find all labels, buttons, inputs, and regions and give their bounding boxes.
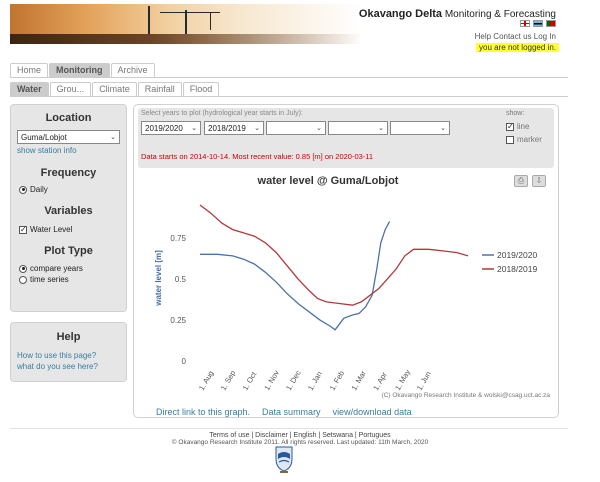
show-line-option[interactable]: ✓ line bbox=[506, 122, 529, 131]
tab-groundwater[interactable]: Grou... bbox=[49, 82, 92, 96]
chart-credit: (C) Okavango Research Institute & wolski… bbox=[382, 392, 551, 399]
tab-climate[interactable]: Climate bbox=[92, 82, 137, 96]
y-tick-label: 0 bbox=[182, 357, 187, 366]
x-tick-label: 1. Oct bbox=[241, 369, 259, 392]
location-value: Guma/Lobjot bbox=[21, 132, 67, 142]
y-tick-label: 0.75 bbox=[170, 234, 186, 243]
water-level-chart: water level @ Guma/Lobjot water level [m… bbox=[154, 175, 551, 399]
x-tick-label: 1. Sep bbox=[219, 369, 238, 392]
water-level-label: Water Level bbox=[30, 225, 73, 234]
chevron-down-icon: ⌄ bbox=[316, 125, 322, 132]
series-line-2 bbox=[199, 204, 469, 306]
time-series-radio[interactable] bbox=[19, 275, 27, 284]
footer-copyright: © Okavango Research Institute 2011. All … bbox=[171, 439, 429, 446]
year-select-2[interactable]: 2018/2019 ⌄ bbox=[204, 121, 264, 135]
chevron-down-icon: ⌄ bbox=[191, 125, 197, 132]
tab-rainfall[interactable]: Rainfall bbox=[137, 82, 182, 96]
site-title: Okavango Delta Monitoring & Forecasting bbox=[358, 8, 556, 20]
show-line-label: line bbox=[517, 122, 530, 131]
how-to-use-link[interactable]: How to use this page? bbox=[17, 351, 126, 360]
tabs-divider bbox=[10, 77, 568, 78]
footer-divider bbox=[10, 428, 568, 429]
frequency-heading: Frequency bbox=[40, 167, 97, 179]
legend-label: 2019/2020 bbox=[497, 250, 537, 260]
tab-water[interactable]: Water bbox=[10, 82, 49, 96]
compare-years-label: compare years bbox=[30, 264, 83, 273]
location-heading: Location bbox=[45, 112, 92, 124]
chart-title: water level @ Guma/Lobjot bbox=[257, 175, 399, 187]
show-marker-label: marker bbox=[517, 135, 542, 144]
x-tick-label: 1. Dec bbox=[284, 369, 303, 392]
botswana-flag-icon[interactable] bbox=[533, 20, 543, 27]
subtabs-divider bbox=[10, 96, 568, 97]
x-tick-label: 1. Aug bbox=[197, 369, 215, 392]
time-series-option[interactable]: time series bbox=[19, 275, 126, 284]
chart-panel: Select years to plot (hydrological year … bbox=[133, 104, 559, 418]
language-flags[interactable] bbox=[520, 20, 556, 27]
chevron-down-icon: ⌄ bbox=[440, 125, 446, 132]
year-controls: Select years to plot (hydrological year … bbox=[138, 108, 554, 168]
sub-tabs: Water Grou... Climate Rainfall Flood bbox=[10, 82, 220, 96]
english-flag-icon[interactable] bbox=[520, 20, 530, 27]
x-tick-label: 1. Feb bbox=[328, 369, 346, 392]
tab-monitoring[interactable]: Monitoring bbox=[49, 63, 110, 77]
show-line-checkbox[interactable]: ✓ bbox=[506, 122, 514, 131]
institute-logo bbox=[275, 446, 293, 473]
y-tick-label: 0.25 bbox=[170, 316, 186, 325]
show-label: show: bbox=[506, 110, 525, 117]
water-level-option[interactable]: ✓ Water Level bbox=[19, 225, 126, 234]
main-tabs: Home Monitoring Archive bbox=[10, 63, 156, 77]
location-select[interactable]: Guma/Lobjot ⌄ bbox=[17, 130, 120, 144]
legend-label: 2018/2019 bbox=[497, 264, 537, 274]
year-select-1-value: 2019/2020 bbox=[145, 123, 183, 133]
x-tick-label: 1. Jun bbox=[415, 370, 433, 392]
x-tick-label: 1. Nov bbox=[262, 369, 281, 392]
options-panel: Location Guma/Lobjot ⌄ show station info… bbox=[10, 104, 127, 312]
compare-years-option[interactable]: compare years bbox=[19, 264, 126, 273]
daily-label: Daily bbox=[30, 185, 48, 194]
year-hint: Select years to plot (hydrological year … bbox=[141, 110, 303, 117]
help-panel: Help How to use this page? what do you s… bbox=[10, 322, 127, 382]
water-level-checkbox[interactable]: ✓ bbox=[19, 225, 27, 234]
show-station-info-link[interactable]: show station info bbox=[17, 146, 126, 155]
help-heading: Help bbox=[56, 331, 81, 343]
show-marker-option[interactable]: marker bbox=[506, 135, 542, 144]
plot-type-heading: Plot Type bbox=[44, 245, 93, 257]
chevron-down-icon: ⌄ bbox=[254, 125, 260, 132]
year-select-4[interactable]: ⌄ bbox=[328, 121, 388, 135]
year-select-1[interactable]: 2019/2020 ⌄ bbox=[141, 121, 201, 135]
show-marker-checkbox[interactable] bbox=[506, 135, 514, 144]
view-download-link[interactable]: view/download data bbox=[333, 407, 412, 417]
footer-links[interactable]: Terms of use | Disclaimer | English | Se… bbox=[0, 432, 600, 439]
login-status: you are not logged in. bbox=[476, 43, 559, 52]
year-select-3[interactable]: ⌄ bbox=[266, 121, 326, 135]
direct-link[interactable]: Direct link to this graph. bbox=[156, 407, 250, 417]
tab-flood[interactable]: Flood bbox=[182, 82, 220, 96]
top-links[interactable]: Help Contact us Log In bbox=[475, 32, 556, 41]
data-info-message: Data starts on 2014-10-14. Most recent v… bbox=[141, 152, 374, 161]
compare-years-radio[interactable] bbox=[19, 264, 27, 273]
y-tick-label: 0.5 bbox=[175, 275, 187, 284]
x-tick-label: 1. Apr bbox=[371, 370, 389, 392]
x-tick-label: 1. Mar bbox=[349, 369, 368, 392]
year-select-5[interactable]: ⌄ bbox=[390, 121, 450, 135]
what-do-you-see-link[interactable]: what do you see here? bbox=[17, 362, 126, 371]
daily-radio[interactable] bbox=[19, 185, 27, 194]
time-series-label: time series bbox=[30, 275, 69, 284]
portuguese-flag-icon[interactable] bbox=[546, 20, 556, 27]
year-select-2-value: 2018/2019 bbox=[208, 123, 246, 133]
x-tick-label: 1. Jan bbox=[306, 370, 324, 392]
chevron-down-icon: ⌄ bbox=[378, 125, 384, 132]
x-tick-label: 1. May bbox=[393, 368, 412, 392]
tab-home[interactable]: Home bbox=[10, 63, 49, 77]
variables-heading: Variables bbox=[44, 205, 93, 217]
header-banner bbox=[10, 4, 362, 44]
frequency-daily-option[interactable]: Daily bbox=[19, 185, 126, 194]
chart-ylabel: water level [m] bbox=[154, 250, 163, 307]
tab-archive[interactable]: Archive bbox=[110, 63, 155, 77]
data-summary-link[interactable]: Data summary bbox=[262, 407, 321, 417]
bottom-links: Direct link to this graph. Data summary … bbox=[156, 407, 412, 417]
chevron-down-icon: ⌄ bbox=[110, 134, 116, 141]
